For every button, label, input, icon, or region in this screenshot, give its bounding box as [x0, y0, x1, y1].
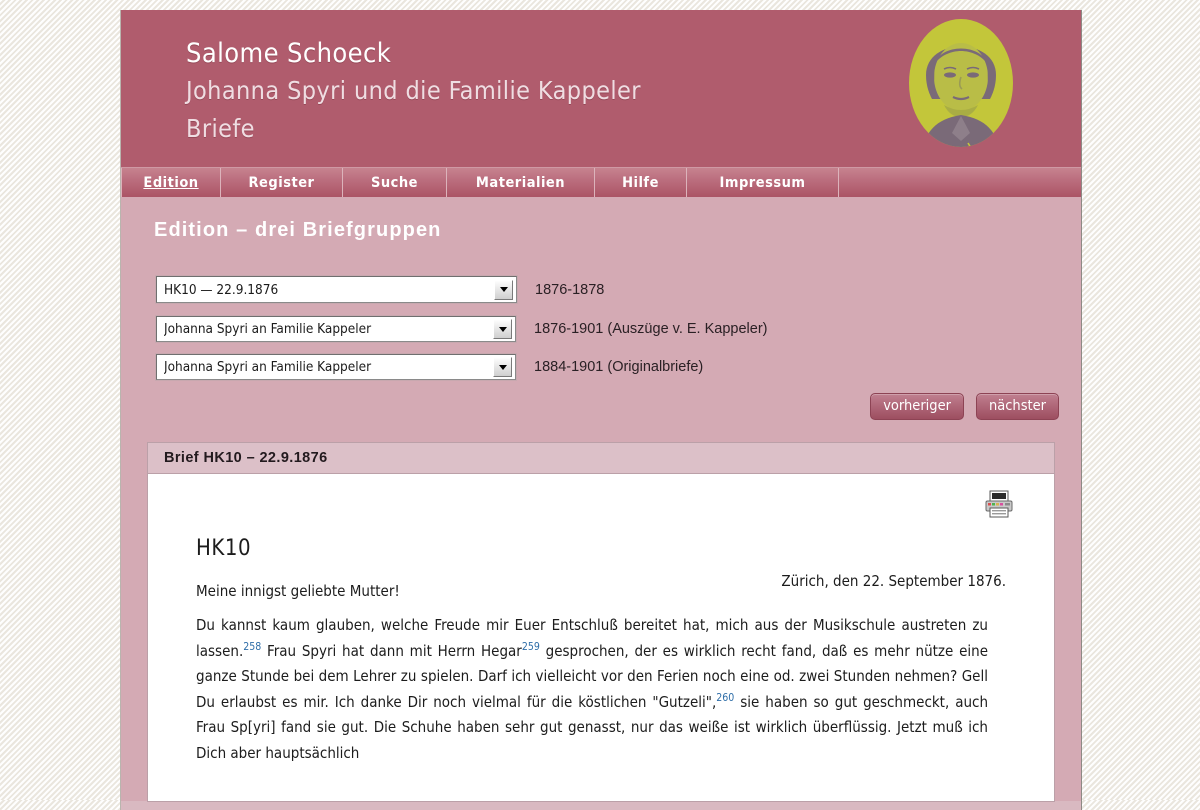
portrait-image	[906, 15, 1016, 160]
banner-title-subject: Johanna Spyri und die Familie Kappeler	[186, 76, 641, 105]
nav-item-register[interactable]: Register	[221, 168, 343, 197]
chevron-down-icon[interactable]	[493, 357, 512, 377]
letter-select-group2[interactable]: Johanna Spyri an Familie Kappeler	[156, 316, 516, 342]
letter-identifier: HK10	[196, 536, 252, 561]
footnote-ref-259[interactable]: 259	[522, 641, 540, 653]
nav-item-suche[interactable]: Suche	[343, 168, 447, 197]
selector-row-3: Johanna Spyri an Familie Kappeler 1884-1…	[156, 354, 1046, 380]
nav-item-edition[interactable]: Edition	[121, 168, 221, 197]
letter-group-selectors: HK10 — 22.9.1876 1876-1878 Johanna Spyri…	[156, 276, 1046, 392]
printer-icon[interactable]	[984, 490, 1014, 518]
letter-select-group3[interactable]: Johanna Spyri an Familie Kappeler	[156, 354, 516, 380]
nav-item-impressum[interactable]: Impressum	[687, 168, 839, 197]
footnote-ref-260[interactable]: 260	[716, 692, 734, 704]
chevron-down-icon[interactable]	[493, 319, 512, 339]
letter-body: HK10 Zürich, den 22. September 1876. Mei…	[148, 474, 1054, 801]
selector-note-3: 1884-1901 (Originalbriefe)	[534, 359, 704, 375]
letter-select-group3-value: Johanna Spyri an Familie Kappeler	[164, 359, 372, 375]
site-container: Salome Schoeck Johanna Spyri und die Fam…	[120, 10, 1082, 810]
page-title: Edition – drei Briefgruppen	[154, 219, 442, 241]
previous-letter-button[interactable]: vorheriger	[870, 393, 964, 420]
letter-panel-header: Brief HK10 – 22.9.1876	[148, 443, 1054, 474]
letter-place-date: Zürich, den 22. September 1876.	[781, 572, 1006, 590]
letter-salutation: Meine innigst geliebte Mutter!	[196, 582, 400, 600]
nav-item-hilfe[interactable]: Hilfe	[595, 168, 687, 197]
selector-note-2: 1876-1901 (Auszüge v. E. Kappeler)	[534, 321, 768, 337]
site-banner: Salome Schoeck Johanna Spyri und die Fam…	[121, 10, 1081, 167]
letter-paragraph: Du kannst kaum glauben, welche Freude mi…	[196, 613, 988, 766]
letter-panel: Brief HK10 – 22.9.1876 HK10 Zürich, den …	[147, 442, 1055, 802]
letter-select-group1-value: HK10 — 22.9.1876	[164, 281, 279, 298]
letter-select-group2-value: Johanna Spyri an Familie Kappeler	[164, 321, 372, 337]
nav-item-materialien[interactable]: Materialien	[447, 168, 595, 197]
footnote-ref-258[interactable]: 258	[243, 641, 261, 653]
content-area: Edition – drei Briefgruppen HK10 — 22.9.…	[121, 197, 1081, 802]
selector-note-1: 1876-1878	[535, 281, 605, 298]
banner-title-author: Salome Schoeck	[186, 38, 392, 69]
chevron-down-icon[interactable]	[494, 279, 513, 300]
banner-title-block: Salome Schoeck Johanna Spyri und die Fam…	[186, 36, 926, 148]
banner-title-type: Briefe	[186, 114, 255, 143]
letter-pager: vorheriger nächster	[870, 393, 1059, 420]
selector-row-1: HK10 — 22.9.1876 1876-1878	[156, 276, 1046, 303]
nav-filler	[839, 168, 1081, 197]
letter-select-group1[interactable]: HK10 — 22.9.1876	[156, 276, 517, 303]
main-navigation: Edition Register Suche Materialien Hilfe…	[121, 167, 1081, 197]
next-letter-button[interactable]: nächster	[975, 393, 1059, 420]
letter-panel-title: Brief HK10 – 22.9.1876	[164, 450, 328, 466]
letter-paragraph-part2: Frau Spyri hat dann mit Herrn Hegar	[261, 641, 522, 660]
selector-row-2: Johanna Spyri an Familie Kappeler 1876-1…	[156, 316, 1046, 342]
